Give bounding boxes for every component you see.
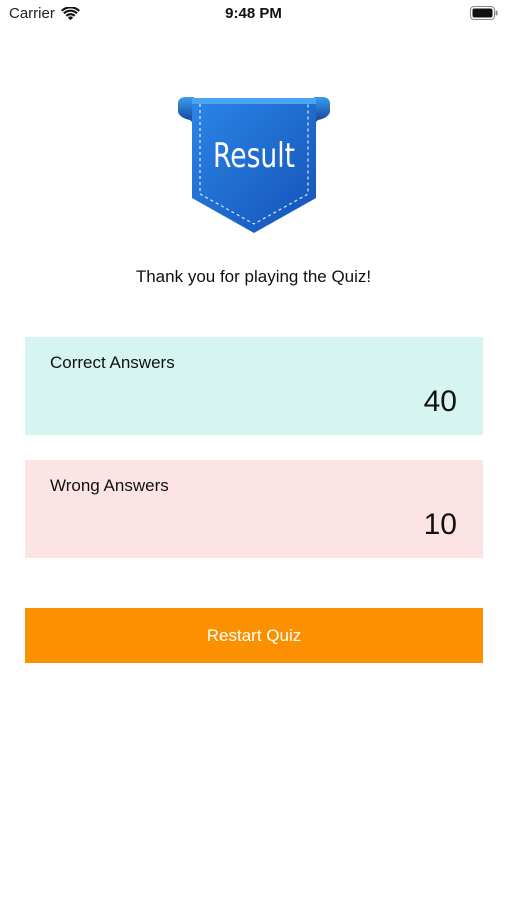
wrong-answers-value: 10 <box>423 508 457 541</box>
badge-title: Result <box>213 136 295 176</box>
restart-quiz-button[interactable]: Restart Quiz <box>25 608 483 663</box>
wrong-answers-card: Wrong Answers 10 <box>25 460 483 558</box>
result-badge: Result <box>174 94 334 236</box>
thank-you-message: Thank you for playing the Quiz! <box>135 267 372 286</box>
status-time: 9:48 PM <box>225 5 282 22</box>
battery-icon <box>470 6 498 20</box>
status-bar: Carrier 9:48 PM <box>0 0 507 28</box>
correct-answers-label: Correct Answers <box>50 353 175 372</box>
result-screen: Carrier 9:48 PM Result Thank you for pla… <box>0 0 507 900</box>
correct-answers-value: 40 <box>423 385 457 418</box>
wrong-answers-label: Wrong Answers <box>50 476 169 495</box>
correct-answers-card: Correct Answers 40 <box>25 337 483 435</box>
